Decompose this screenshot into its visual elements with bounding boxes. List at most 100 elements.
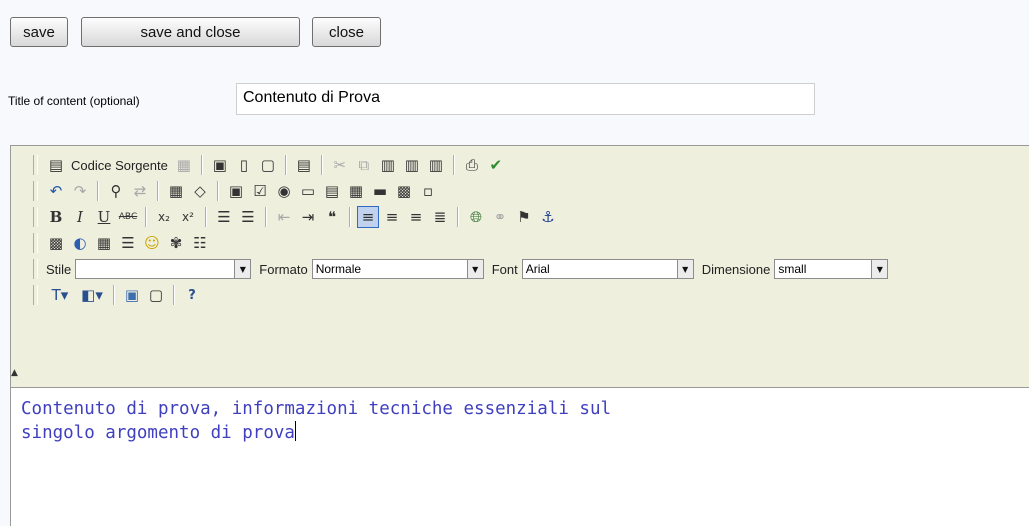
spellcheck-icon[interactable]: ✔ [485, 154, 507, 176]
toolbar-grip [33, 259, 38, 279]
toolbar-grip [33, 155, 38, 175]
paste-word-icon[interactable]: ▥ [425, 154, 447, 176]
align-center-icon[interactable]: ≡ [381, 206, 403, 228]
text-color-icon[interactable]: T▾ [45, 284, 75, 306]
redo-icon[interactable]: ↷ [69, 180, 91, 202]
font-select[interactable]: Arial ▼ [521, 259, 694, 279]
toolbar-separator [157, 181, 159, 201]
size-label: Dimensione [701, 261, 771, 277]
underline-icon[interactable]: U [93, 206, 115, 228]
cut-icon[interactable]: ✂ [329, 154, 351, 176]
form-icon[interactable]: ▣ [225, 180, 247, 202]
hidden-field-icon[interactable]: ▫ [417, 180, 439, 202]
toolbar-row-5: Stile ▼ Formato Normale ▼ Font Arial ▼ D… [33, 256, 894, 282]
toolbar-separator [265, 207, 267, 227]
outdent-icon[interactable]: ⇤ [273, 206, 295, 228]
image-icon[interactable]: ▩ [45, 232, 67, 254]
special-char-icon[interactable]: ✾ [165, 232, 187, 254]
italic-icon[interactable]: I [69, 206, 91, 228]
textarea-icon[interactable]: ▤ [321, 180, 343, 202]
document-properties-icon[interactable]: ▦ [173, 154, 195, 176]
toolbar-separator [284, 155, 287, 175]
strikethrough-icon[interactable]: ABC [117, 206, 139, 228]
remove-format-icon[interactable]: ◇ [189, 180, 211, 202]
close-button[interactable]: close [312, 17, 381, 47]
select-all-icon[interactable]: ▦ [165, 180, 187, 202]
undo-icon[interactable]: ↶ [45, 180, 67, 202]
rich-text-editor: ▤ Codice Sorgente ▦ ▣ ▯ ▢ ▤ ✂ ⧉ ▥ ▥ ▥ ⎙ … [10, 145, 1029, 526]
numbered-list-icon[interactable]: ☰ [213, 206, 235, 228]
editor-toolbar: ▤ Codice Sorgente ▦ ▣ ▯ ▢ ▤ ✂ ⧉ ▥ ▥ ▥ ⎙ … [11, 146, 1029, 388]
flash-icon[interactable]: ◐ [69, 232, 91, 254]
blockquote-icon[interactable]: ❝ [321, 206, 343, 228]
toolbar-row-4: ▩ ◐ ▦ ☰ ☺ ✾ ☷ [33, 230, 212, 256]
title-input[interactable]: Contenuto di Prova [236, 83, 815, 115]
anchor-icon[interactable]: ⚓ [537, 206, 559, 228]
justify-icon[interactable]: ≣ [429, 206, 451, 228]
toolbar-separator [349, 207, 351, 227]
unlink-icon[interactable]: ⚭ [489, 206, 511, 228]
radio-icon[interactable]: ◉ [273, 180, 295, 202]
horizontal-rule-icon[interactable]: ☰ [117, 232, 139, 254]
background-color-icon[interactable]: ◧▾ [77, 284, 107, 306]
source-icon[interactable]: ▤ [45, 154, 67, 176]
content-line: Contenuto di prova, informazioni tecnich… [21, 399, 612, 419]
chevron-down-icon[interactable]: ▼ [234, 260, 251, 278]
save-button[interactable]: save [10, 17, 68, 47]
button-field-icon[interactable]: ▬ [369, 180, 391, 202]
format-label: Formato [259, 261, 308, 277]
size-select[interactable]: small ▼ [774, 259, 889, 279]
copy-icon[interactable]: ⧉ [353, 154, 375, 176]
new-page-icon[interactable]: ▯ [233, 154, 255, 176]
paste-text-icon[interactable]: ▥ [401, 154, 423, 176]
align-left-icon[interactable]: ≡ [357, 206, 379, 228]
toolbar-row-2: ↶ ↷ ⚲ ⇄ ▦ ◇ ▣ ☑ ◉ ▭ ▤ ▦ ▬ ▩ ▫ [33, 178, 440, 204]
checkbox-icon[interactable]: ☑ [249, 180, 271, 202]
find-icon[interactable]: ⚲ [105, 180, 127, 202]
smiley-icon[interactable]: ☺ [141, 232, 163, 254]
toolbar-separator [113, 285, 115, 305]
font-label: Font [491, 261, 518, 277]
superscript-icon[interactable]: x² [177, 206, 199, 228]
toolbar-separator [205, 207, 207, 227]
select-field-icon[interactable]: ▦ [345, 180, 367, 202]
page-break-icon[interactable]: ☷ [189, 232, 211, 254]
toolbar-separator [173, 285, 175, 305]
collapse-toolbar-icon[interactable]: ▲ [11, 368, 18, 378]
toolbar-grip [33, 207, 38, 227]
preview-icon[interactable]: ▢ [257, 154, 279, 176]
anchor-flag-icon[interactable]: ⚑ [513, 206, 535, 228]
table-icon[interactable]: ▦ [93, 232, 115, 254]
style-label: Stile [46, 261, 72, 277]
save-icon[interactable]: ▣ [209, 154, 231, 176]
chevron-down-icon[interactable]: ▼ [466, 260, 483, 278]
print-icon[interactable]: ⎙ [461, 154, 483, 176]
chevron-down-icon[interactable]: ▼ [676, 260, 693, 278]
source-button-label[interactable]: Codice Sorgente [71, 158, 168, 173]
toolbar-grip [33, 285, 38, 305]
help-icon[interactable]: ? [181, 284, 203, 306]
text-field-icon[interactable]: ▭ [297, 180, 319, 202]
toolbar-separator [200, 155, 203, 175]
bulleted-list-icon[interactable]: ☰ [237, 206, 259, 228]
link-icon[interactable]: 🌐︎ [465, 206, 487, 228]
paste-icon[interactable]: ▥ [377, 154, 399, 176]
format-select-value: Normale [315, 262, 362, 276]
replace-icon[interactable]: ⇄ [129, 180, 151, 202]
maximize-icon[interactable]: ▣ [121, 284, 143, 306]
toolbar-separator [320, 155, 323, 175]
chevron-down-icon[interactable]: ▼ [871, 260, 888, 278]
subscript-icon[interactable]: x₂ [153, 206, 175, 228]
align-right-icon[interactable]: ≡ [405, 206, 427, 228]
style-select[interactable]: ▼ [75, 259, 252, 279]
save-and-close-button[interactable]: save and close [81, 17, 300, 47]
toolbar-grip [33, 181, 38, 201]
editor-content[interactable]: Contenuto di prova, informazioni tecnich… [21, 398, 1011, 445]
image-button-icon[interactable]: ▩ [393, 180, 415, 202]
format-select[interactable]: Normale ▼ [311, 259, 484, 279]
show-blocks-icon[interactable]: ▢ [145, 284, 167, 306]
bold-icon[interactable]: B [45, 206, 67, 228]
templates-icon[interactable]: ▤ [293, 154, 315, 176]
toolbar-row-6: T▾ ◧▾ ▣ ▢ ? [33, 282, 204, 308]
indent-icon[interactable]: ⇥ [297, 206, 319, 228]
